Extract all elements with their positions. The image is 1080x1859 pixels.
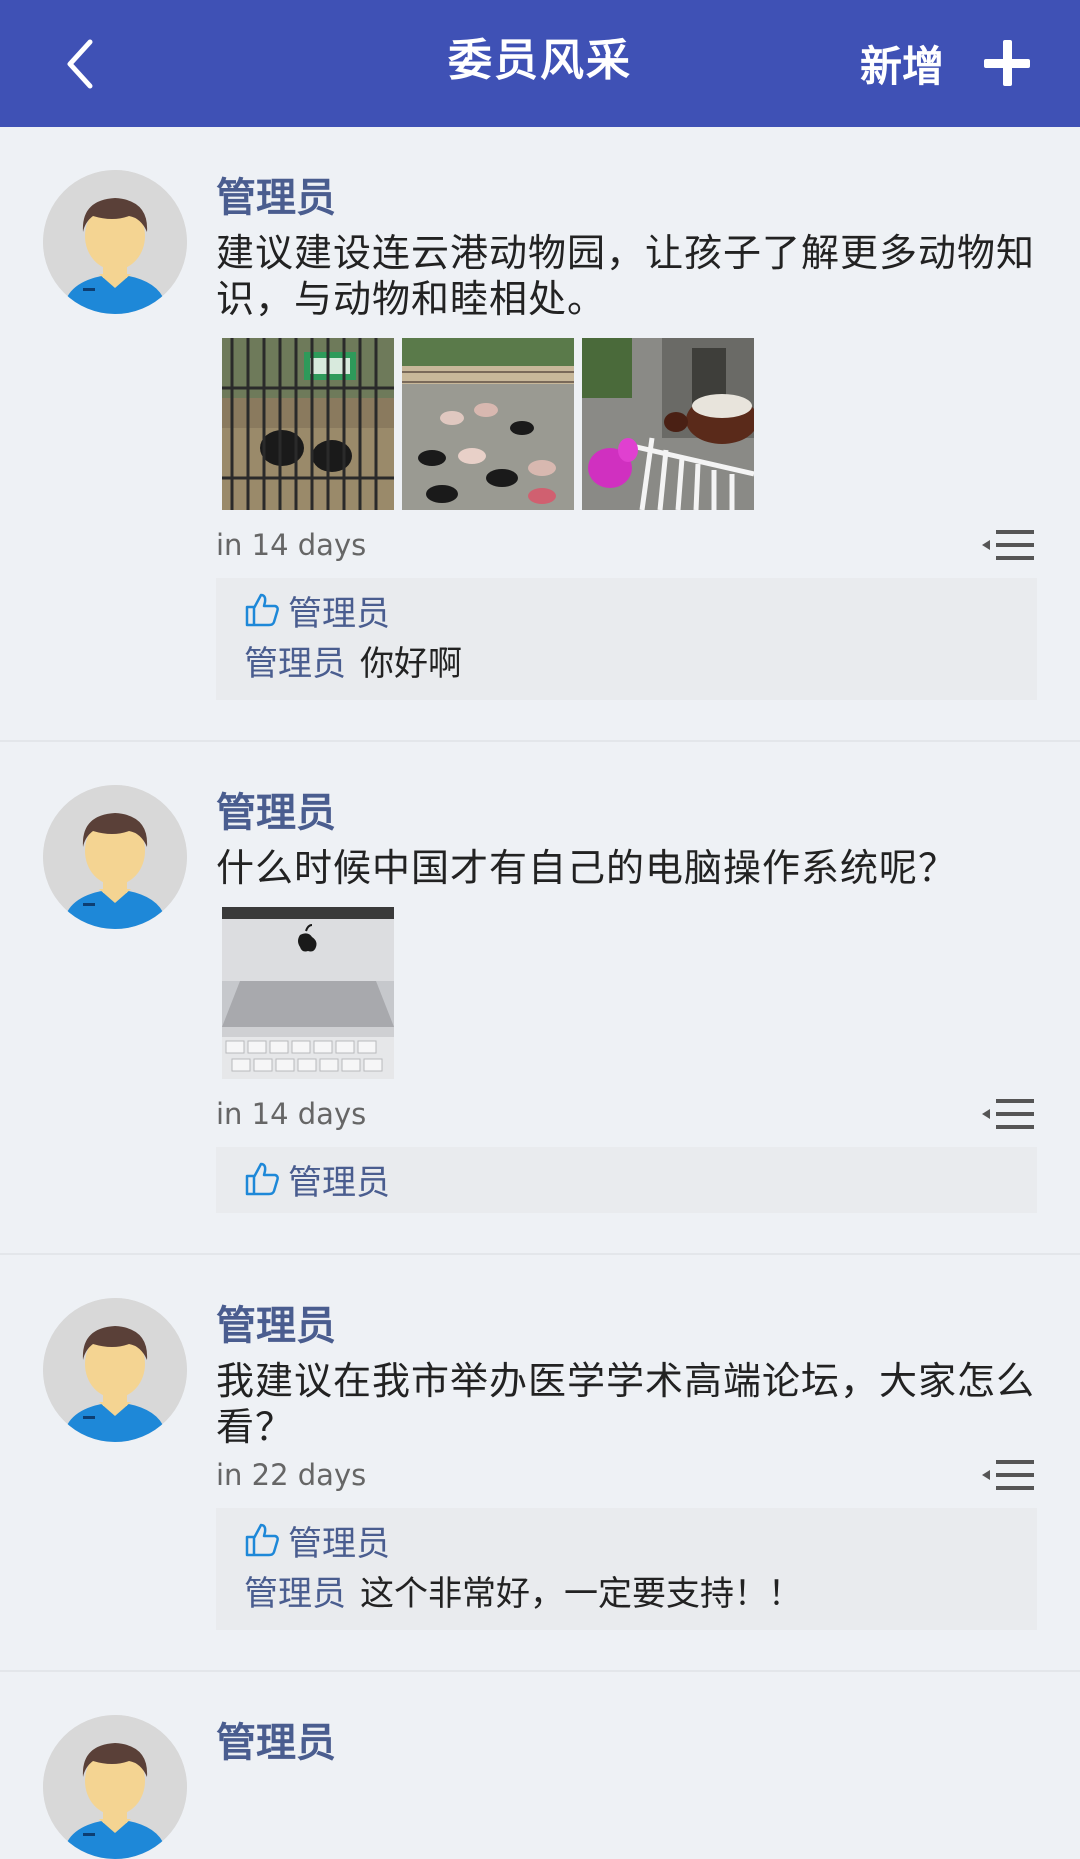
comment-text: 你好啊 bbox=[360, 644, 462, 684]
post-text: 建议建设连云港动物园，让孩子了解更多动物知识，与动物和睦相处。 bbox=[216, 231, 1036, 321]
post-author[interactable]: 管理员 bbox=[216, 1717, 1038, 1769]
avatar[interactable] bbox=[43, 1298, 187, 1442]
more-menu-icon[interactable] bbox=[982, 1097, 1036, 1131]
photo-thumbnail[interactable] bbox=[222, 338, 394, 510]
likes-row: 管理员 bbox=[244, 1153, 1009, 1205]
likes-row: 管理员 bbox=[244, 584, 1009, 636]
post-timestamp: in 14 days bbox=[216, 528, 367, 562]
like-user-name[interactable]: 管理员 bbox=[288, 1155, 390, 1204]
post-author[interactable]: 管理员 bbox=[216, 1300, 1038, 1352]
add-label: 新增 bbox=[859, 41, 944, 91]
avatar[interactable] bbox=[43, 1715, 187, 1859]
post-author[interactable]: 管理员 bbox=[216, 172, 1038, 224]
post-author[interactable]: 管理员 bbox=[216, 787, 1038, 839]
photo-thumbnail[interactable] bbox=[402, 338, 574, 510]
photo-thumbnail[interactable] bbox=[582, 338, 754, 510]
plus-icon bbox=[984, 40, 1030, 86]
comment-box: 管理员 bbox=[216, 1147, 1037, 1213]
like-user-name[interactable]: 管理员 bbox=[288, 586, 390, 635]
post-timestamp: in 22 days bbox=[216, 1458, 367, 1492]
post-feed: 管理员 建议建设连云港动物园，让孩子了解更多动物知识，与动物和睦相处。 in 1… bbox=[0, 127, 1080, 1859]
more-menu-icon[interactable] bbox=[982, 1458, 1036, 1492]
app-header: 委员风采 新增 bbox=[0, 0, 1080, 127]
comment-author[interactable]: 管理员 bbox=[244, 644, 346, 684]
photo-grid bbox=[222, 907, 1038, 1079]
post-text: 我建议在我市举办医学学术高端论坛，大家怎么看？ bbox=[216, 1359, 1036, 1449]
more-menu-icon[interactable] bbox=[982, 528, 1036, 562]
comment-box: 管理员 管理员 你好啊 bbox=[216, 578, 1037, 700]
comment-author[interactable]: 管理员 bbox=[244, 1574, 346, 1614]
thumbs-up-icon bbox=[245, 1523, 279, 1557]
comment-item: 管理员 这个非常好，一定要支持！！ bbox=[244, 1566, 1009, 1622]
post-item: 管理员 bbox=[0, 1672, 1080, 1859]
photo-grid bbox=[222, 338, 1038, 510]
likes-row: 管理员 bbox=[244, 1514, 1009, 1566]
add-post-button[interactable]: 新增 bbox=[860, 28, 1030, 98]
comment-box: 管理员 管理员 这个非常好，一定要支持！！ bbox=[216, 1508, 1037, 1630]
avatar[interactable] bbox=[43, 170, 187, 314]
comment-text: 这个非常好，一定要支持！！ bbox=[360, 1574, 802, 1614]
thumbs-up-icon bbox=[245, 593, 279, 627]
photo-thumbnail[interactable] bbox=[222, 907, 394, 1079]
post-item: 管理员 建议建设连云港动物园，让孩子了解更多动物知识，与动物和睦相处。 in 1… bbox=[0, 127, 1080, 742]
comment-item: 管理员 你好啊 bbox=[244, 636, 1009, 692]
post-item: 管理员 什么时候中国才有自己的电脑操作系统呢？ in 14 days 管理员 bbox=[0, 742, 1080, 1255]
like-user-name[interactable]: 管理员 bbox=[288, 1516, 390, 1565]
thumbs-up-icon bbox=[245, 1162, 279, 1196]
post-item: 管理员 我建议在我市举办医学学术高端论坛，大家怎么看？ in 22 days 管… bbox=[0, 1255, 1080, 1672]
post-timestamp: in 14 days bbox=[216, 1097, 367, 1131]
post-text: 什么时候中国才有自己的电脑操作系统呢？ bbox=[216, 846, 958, 890]
avatar[interactable] bbox=[43, 785, 187, 929]
